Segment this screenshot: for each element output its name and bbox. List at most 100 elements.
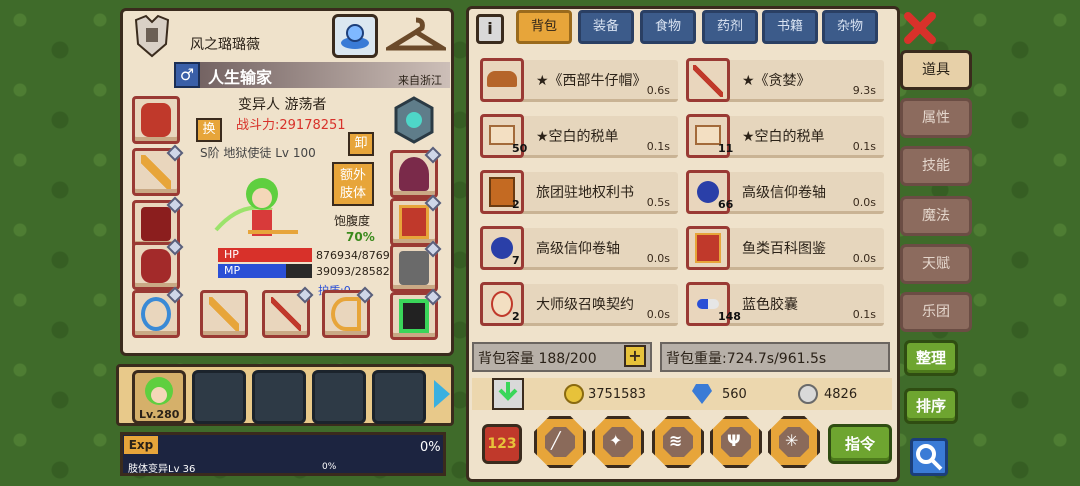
equip-slot-gear[interactable] bbox=[390, 240, 442, 292]
tab-books[interactable]: 书籍 bbox=[762, 10, 818, 44]
item-count: 2 bbox=[512, 198, 520, 211]
diamond-amount: 560 bbox=[722, 387, 747, 402]
hp-label: HP bbox=[224, 248, 239, 261]
item-name: ★《西部牛仔帽》 bbox=[536, 73, 647, 89]
extra-limb-button[interactable]: 额外肢体 bbox=[332, 162, 374, 206]
dragon-helmet-icon bbox=[141, 103, 171, 137]
burst-skill-icon: ✳ bbox=[785, 431, 799, 450]
party-slot-5[interactable] bbox=[372, 370, 426, 424]
red-boots-icon bbox=[141, 249, 171, 283]
hotkey-123-button[interactable]: 123 bbox=[482, 424, 522, 464]
bag-capacity-text: 背包容量 188/200 bbox=[478, 351, 597, 367]
command-button[interactable]: 指令 bbox=[828, 424, 892, 464]
party-slot-2[interactable] bbox=[192, 370, 246, 424]
shuriken-skill-icon: ✦ bbox=[609, 431, 623, 450]
equip-slot-spear[interactable] bbox=[262, 286, 314, 338]
mp-label: MP bbox=[224, 264, 241, 277]
satiety-value: 70% bbox=[346, 230, 375, 244]
armor-icon bbox=[141, 207, 171, 241]
close-icon bbox=[904, 12, 936, 44]
trophy-button[interactable] bbox=[332, 14, 378, 58]
equip-slot-device[interactable] bbox=[390, 288, 442, 340]
side-tab-magic[interactable]: 魔法 bbox=[900, 196, 972, 236]
tornado-skill-icon: ≋ bbox=[669, 431, 683, 450]
equip-slot-bow[interactable] bbox=[322, 286, 374, 338]
item-weight: 0.1s bbox=[852, 308, 876, 321]
side-tab-skills[interactable]: 技能 bbox=[900, 146, 972, 186]
equip-slot-helmet[interactable] bbox=[132, 96, 180, 144]
rank-text: S阶 地狱使徒 Lv 100 bbox=[200, 146, 316, 160]
equip-slot-boots[interactable] bbox=[132, 238, 184, 290]
item-weight: 0.1s bbox=[646, 140, 670, 153]
equip-slot-staff[interactable] bbox=[200, 290, 248, 338]
swap-button[interactable]: 换 bbox=[196, 118, 222, 142]
item-name: ★《贪婪》 bbox=[742, 73, 811, 89]
gold-coin-icon bbox=[564, 384, 584, 404]
character-name: 风之璐璐薇 bbox=[190, 37, 260, 53]
info-button[interactable]: i bbox=[476, 14, 504, 44]
party-slot-4[interactable] bbox=[312, 370, 366, 424]
expand-capacity-button[interactable]: + bbox=[624, 345, 646, 367]
side-tab-attributes[interactable]: 属性 bbox=[900, 98, 972, 138]
exp-sub-percent: 0% bbox=[322, 462, 337, 472]
item-cowboy-hat[interactable]: ★《西部牛仔帽》 0.6s bbox=[480, 58, 678, 102]
item-summon-contract[interactable]: 2 大师级召唤契约 0.0s bbox=[480, 282, 678, 326]
item-weight: 9.3s bbox=[852, 84, 876, 97]
unequip-button[interactable]: 卸 bbox=[348, 132, 374, 156]
side-tab-talent[interactable]: 天赋 bbox=[900, 244, 972, 284]
item-name: 大师级召唤契约 bbox=[536, 297, 634, 313]
grey-gear-icon bbox=[399, 251, 429, 285]
green-device-icon bbox=[399, 299, 429, 333]
download-arrow-icon bbox=[498, 382, 518, 401]
party-slot-leader[interactable]: Lv.280 bbox=[132, 370, 186, 424]
crest-icon bbox=[132, 14, 172, 58]
item-fish-encyclopedia[interactable]: 鱼类百科图鉴 0.0s bbox=[686, 226, 884, 270]
tab-equipment[interactable]: 装备 bbox=[578, 10, 634, 44]
bag-weight-text: 背包重量:724.7s/961.5s bbox=[666, 351, 827, 367]
search-button[interactable] bbox=[910, 438, 948, 476]
leader-portrait-icon bbox=[145, 377, 173, 405]
item-greed-spear[interactable]: ★《贪婪》 9.3s bbox=[686, 58, 884, 102]
character-sprite bbox=[212, 170, 302, 246]
golden-rod-icon bbox=[209, 297, 239, 331]
hanger-icon[interactable] bbox=[381, 16, 451, 56]
item-blue-capsule[interactable]: 148 蓝色胶囊 0.1s bbox=[686, 282, 884, 326]
equip-slot-ring[interactable] bbox=[132, 286, 184, 338]
red-spear-icon bbox=[686, 58, 730, 102]
trident-skill-icon: Ψ bbox=[727, 431, 741, 450]
cowboy-hat-icon bbox=[480, 58, 524, 102]
mp-value: 39093/28582 bbox=[316, 265, 390, 278]
search-icon bbox=[916, 444, 943, 471]
tab-backpack[interactable]: 背包 bbox=[516, 10, 572, 44]
treasure-chest-icon bbox=[399, 205, 429, 239]
item-name: 高级信仰卷轴 bbox=[536, 241, 620, 257]
equip-slot-cloak[interactable] bbox=[390, 146, 442, 198]
item-tax-form-1[interactable]: 50 ★空白的税单 0.1s bbox=[480, 114, 678, 158]
equip-slot-weapon[interactable] bbox=[132, 144, 184, 196]
side-tab-band[interactable]: 乐团 bbox=[900, 292, 972, 332]
combat-power: 战斗力:29178251 bbox=[236, 118, 346, 133]
exp-label: Exp bbox=[124, 436, 158, 454]
red-spear-icon bbox=[271, 297, 301, 331]
item-tax-form-2[interactable]: 11 ★空白的税单 0.1s bbox=[686, 114, 884, 158]
organize-button[interactable]: 整理 bbox=[904, 340, 958, 376]
deposit-button[interactable] bbox=[492, 378, 524, 410]
item-count: 7 bbox=[512, 254, 520, 267]
item-weight: 0.0s bbox=[852, 196, 876, 209]
equip-slot-chest[interactable] bbox=[390, 194, 442, 246]
sort-button[interactable]: 排序 bbox=[904, 388, 958, 424]
exp-sub-label: 肢体变异Lv 36 bbox=[128, 464, 196, 475]
item-faith-scroll-1[interactable]: 66 高级信仰卷轴 0.0s bbox=[686, 170, 884, 214]
side-tab-items[interactable]: 道具 bbox=[900, 50, 972, 90]
tab-potion[interactable]: 药剂 bbox=[702, 10, 758, 44]
tab-food[interactable]: 食物 bbox=[640, 10, 696, 44]
item-name: ★空白的税单 bbox=[742, 129, 825, 145]
item-weight: 0.1s bbox=[852, 140, 876, 153]
golden-bow-icon bbox=[331, 297, 361, 331]
party-next-arrow-icon[interactable] bbox=[434, 380, 450, 408]
item-faith-scroll-2[interactable]: 7 高级信仰卷轴 0.0s bbox=[480, 226, 678, 270]
tab-misc[interactable]: 杂物 bbox=[822, 10, 878, 44]
item-deed-book[interactable]: 2 旅团驻地权利书 0.5s bbox=[480, 170, 678, 214]
close-button[interactable] bbox=[902, 10, 938, 46]
party-slot-3[interactable] bbox=[252, 370, 306, 424]
